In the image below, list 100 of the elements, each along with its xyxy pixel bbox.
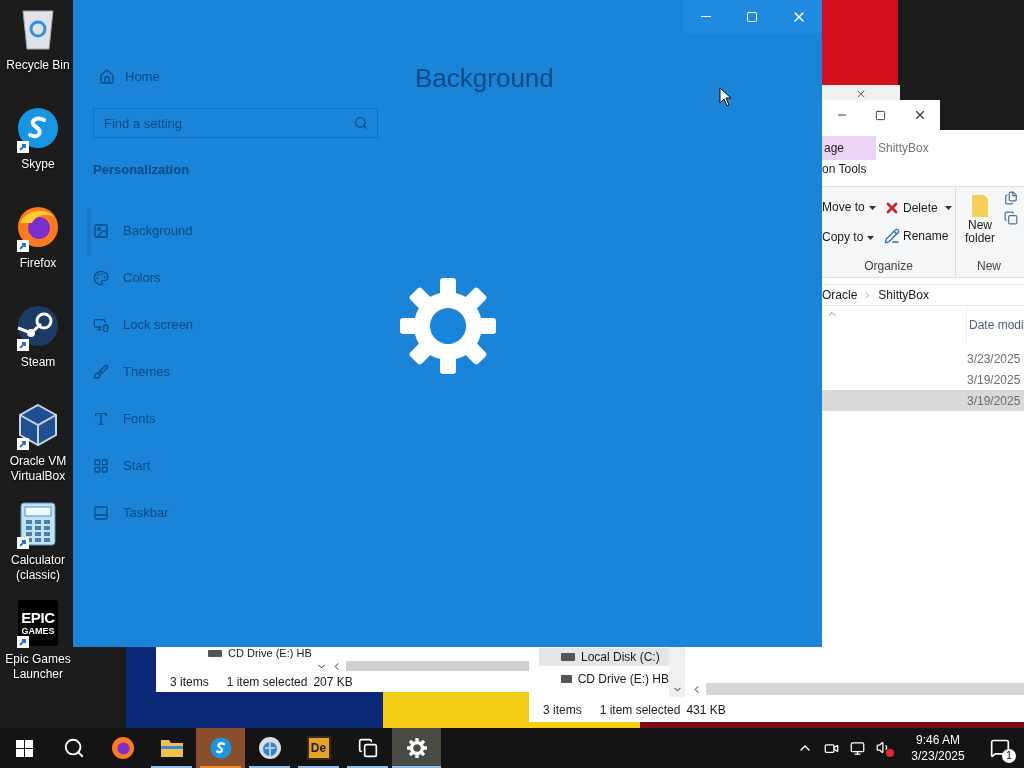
cube-icon bbox=[16, 403, 60, 447]
volume-muted-icon[interactable] bbox=[876, 740, 892, 756]
font-icon bbox=[93, 411, 109, 427]
scrollbar[interactable] bbox=[346, 661, 529, 671]
desktop-icon-label[interactable]: Firefox bbox=[0, 256, 76, 271]
brush-icon bbox=[93, 364, 109, 380]
ribbon-tab[interactable]: age bbox=[822, 136, 876, 160]
logo-text: EPIC bbox=[21, 610, 55, 625]
nav-item-label: Themes bbox=[123, 363, 170, 382]
breadcrumb[interactable]: Oracle bbox=[822, 286, 858, 304]
nav-item-label: Start bbox=[123, 457, 151, 476]
desktop-icon-label[interactable]: Recycle Bin bbox=[0, 58, 76, 73]
desktop-icon-label[interactable]: Oracle VM VirtualBox bbox=[0, 454, 76, 484]
palette-icon bbox=[93, 270, 109, 286]
desktop-icon-label[interactable]: Epic Games Launcher bbox=[0, 652, 76, 682]
notification-badge: 1 bbox=[1002, 749, 1016, 763]
file-row[interactable]: 3/19/2025 bbox=[822, 369, 1024, 390]
status-text: 1 item selected bbox=[599, 701, 681, 719]
maximize-icon[interactable] bbox=[874, 109, 886, 121]
caret-icon bbox=[944, 206, 952, 210]
ribbon-group-label: Organize bbox=[863, 258, 914, 275]
status-text: 3 items bbox=[170, 674, 209, 691]
copy-to-button[interactable]: Copy to bbox=[822, 228, 882, 246]
chat-app-icon bbox=[16, 106, 60, 150]
nav-item[interactable]: CD Drive (E:) HB bbox=[228, 647, 312, 660]
chat-app-icon bbox=[209, 737, 232, 759]
browser-icon bbox=[110, 736, 135, 760]
drive-icon bbox=[561, 653, 575, 661]
nav-item-label: Colors bbox=[123, 269, 161, 288]
ribbon-tab[interactable]: ShittyBox bbox=[876, 136, 943, 160]
grid-icon bbox=[93, 458, 109, 474]
desktop-icon-label[interactable]: Skype bbox=[0, 157, 76, 172]
move-to-button[interactable]: Move to bbox=[822, 198, 882, 216]
status-text: 431 KB bbox=[686, 701, 726, 719]
desktop-icon-label[interactable]: Steam bbox=[0, 355, 76, 370]
nav-item[interactable]: CD Drive (E:) HB bbox=[539, 670, 669, 688]
address-bar[interactable]: Oracle ShittyBox bbox=[822, 284, 1024, 306]
caret-icon bbox=[868, 205, 876, 210]
search-field[interactable]: Find a setting bbox=[93, 108, 378, 138]
folder-icon bbox=[970, 193, 990, 219]
steam-app-icon bbox=[16, 304, 60, 348]
gear-icon bbox=[406, 738, 427, 758]
breadcrumb[interactable]: ShittyBox bbox=[878, 286, 930, 304]
calculator-icon bbox=[20, 502, 56, 546]
home-icon bbox=[99, 69, 115, 85]
ribbon-group-label: on Tools bbox=[822, 161, 868, 178]
status-text: 1 item selected bbox=[226, 674, 308, 691]
scrollbar[interactable] bbox=[706, 683, 1024, 695]
picture-icon bbox=[93, 223, 109, 239]
status-text: 3 items bbox=[543, 701, 582, 719]
logo-text: GAMES bbox=[21, 627, 55, 636]
nav-item-label: Background bbox=[123, 222, 193, 241]
column-header[interactable]: Date modi bbox=[966, 306, 1024, 344]
nav-item-label: Local Disk (C:) bbox=[581, 649, 660, 666]
drive-icon bbox=[561, 675, 572, 683]
status-text: 207 KB bbox=[313, 674, 353, 691]
clock[interactable]: 9:46 AM 3/23/2025 bbox=[900, 728, 976, 768]
section-heading: Personalization bbox=[93, 161, 191, 179]
task-view-icon bbox=[357, 738, 378, 758]
nav-item-label: CD Drive (E:) HB bbox=[577, 671, 669, 688]
search-icon bbox=[62, 737, 85, 759]
caret-icon bbox=[867, 235, 875, 240]
date-cell-text: 3/19/2025 bbox=[967, 392, 1021, 410]
monitor-icon bbox=[93, 317, 109, 333]
notification-icon bbox=[990, 738, 1010, 758]
network-icon[interactable] bbox=[850, 740, 865, 756]
nav-item[interactable]: Local Disk (C:) bbox=[539, 648, 669, 666]
globe-icon bbox=[257, 736, 282, 760]
windows-icon bbox=[16, 739, 33, 757]
ribbon-group-label: New bbox=[976, 258, 1002, 275]
new-item-icon[interactable] bbox=[1004, 191, 1018, 205]
file-row[interactable]: 3/23/2025 bbox=[822, 348, 1024, 369]
page-title: Background bbox=[415, 62, 554, 94]
taskbar-button[interactable]: De bbox=[294, 728, 343, 768]
notification-button[interactable]: 1 bbox=[976, 728, 1024, 768]
date-cell-text: 3/23/2025 bbox=[967, 350, 1021, 368]
desktop-icon-label[interactable]: Calculator (classic) bbox=[0, 553, 76, 583]
delete-button[interactable]: Delete bbox=[884, 199, 952, 217]
mouse-pointer-icon bbox=[719, 87, 732, 107]
app-logo: De bbox=[306, 736, 331, 760]
date-cell-text: 3/19/2025 bbox=[967, 371, 1021, 389]
minimize-icon bbox=[701, 16, 712, 17]
nav-item-label: Lock screen bbox=[123, 316, 194, 335]
clock-time: 9:46 AM bbox=[916, 732, 960, 748]
nav-item-label: Taskbar bbox=[123, 504, 169, 523]
taskbar-icon bbox=[93, 505, 109, 521]
rename-button[interactable]: Rename bbox=[884, 227, 952, 245]
new-folder-button[interactable]: New folder bbox=[956, 187, 1004, 257]
maximize-icon bbox=[746, 10, 759, 23]
browser-icon bbox=[16, 205, 60, 249]
drive-icon bbox=[208, 650, 222, 657]
search-icon bbox=[354, 116, 368, 130]
file-row[interactable]: 3/19/2025 bbox=[822, 390, 1024, 411]
delete-icon bbox=[884, 200, 900, 216]
recycle-bin-icon bbox=[21, 7, 55, 51]
gear-icon bbox=[400, 278, 496, 374]
nav-item-label: Fonts bbox=[123, 410, 156, 429]
folder-icon bbox=[159, 738, 184, 758]
taskbar-button[interactable] bbox=[392, 728, 441, 768]
easy-access-icon[interactable] bbox=[1004, 211, 1018, 225]
